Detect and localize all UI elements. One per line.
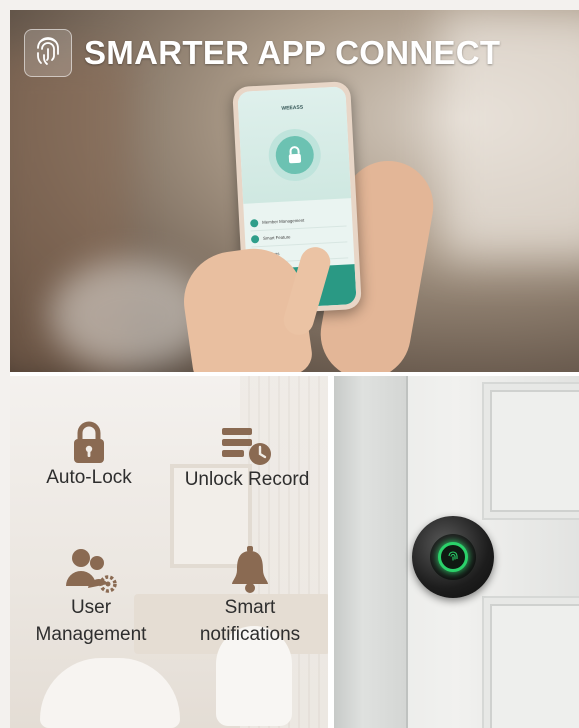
- fingerprint-sensor-icon: [438, 542, 468, 572]
- door-frame: [334, 376, 408, 728]
- app-menu-item-label: Smart Feature: [262, 234, 291, 241]
- app-connect-photo: WEEASS Member Management Smart Feature S…: [10, 10, 579, 372]
- users-gear-icon: [64, 546, 118, 594]
- menu-item-icon: [250, 218, 259, 227]
- door-photo: [334, 376, 579, 728]
- app-menu-item-label: Member Management: [262, 217, 305, 225]
- feature-label: Auto-Lock: [46, 467, 132, 488]
- feature-auto-lock: Auto-Lock: [30, 420, 148, 491]
- banner: SMARTER APP CONNECT: [24, 26, 500, 80]
- features-panel: Auto-Lock Unlock Record User Management …: [10, 376, 328, 728]
- door-panel: [484, 384, 579, 518]
- feature-smart-notifications: Smart notifications: [180, 544, 320, 648]
- bell-icon: [228, 544, 272, 594]
- feature-label: User Management: [35, 597, 147, 645]
- feature-unlock-record: Unlock Record: [172, 426, 322, 493]
- records-clock-icon: [220, 426, 274, 466]
- fingerprint-icon: [24, 29, 72, 77]
- smart-knob: [430, 534, 476, 580]
- banner-title: SMARTER APP CONNECT: [84, 34, 501, 71]
- feature-label: Smart notifications: [199, 597, 301, 645]
- padlock-icon: [71, 420, 107, 464]
- feature-user-management: User Management: [16, 546, 166, 648]
- feature-label: Unlock Record: [184, 469, 310, 490]
- door-panel: [484, 598, 579, 728]
- background-toy: [40, 658, 180, 728]
- menu-item-icon: [250, 234, 260, 243]
